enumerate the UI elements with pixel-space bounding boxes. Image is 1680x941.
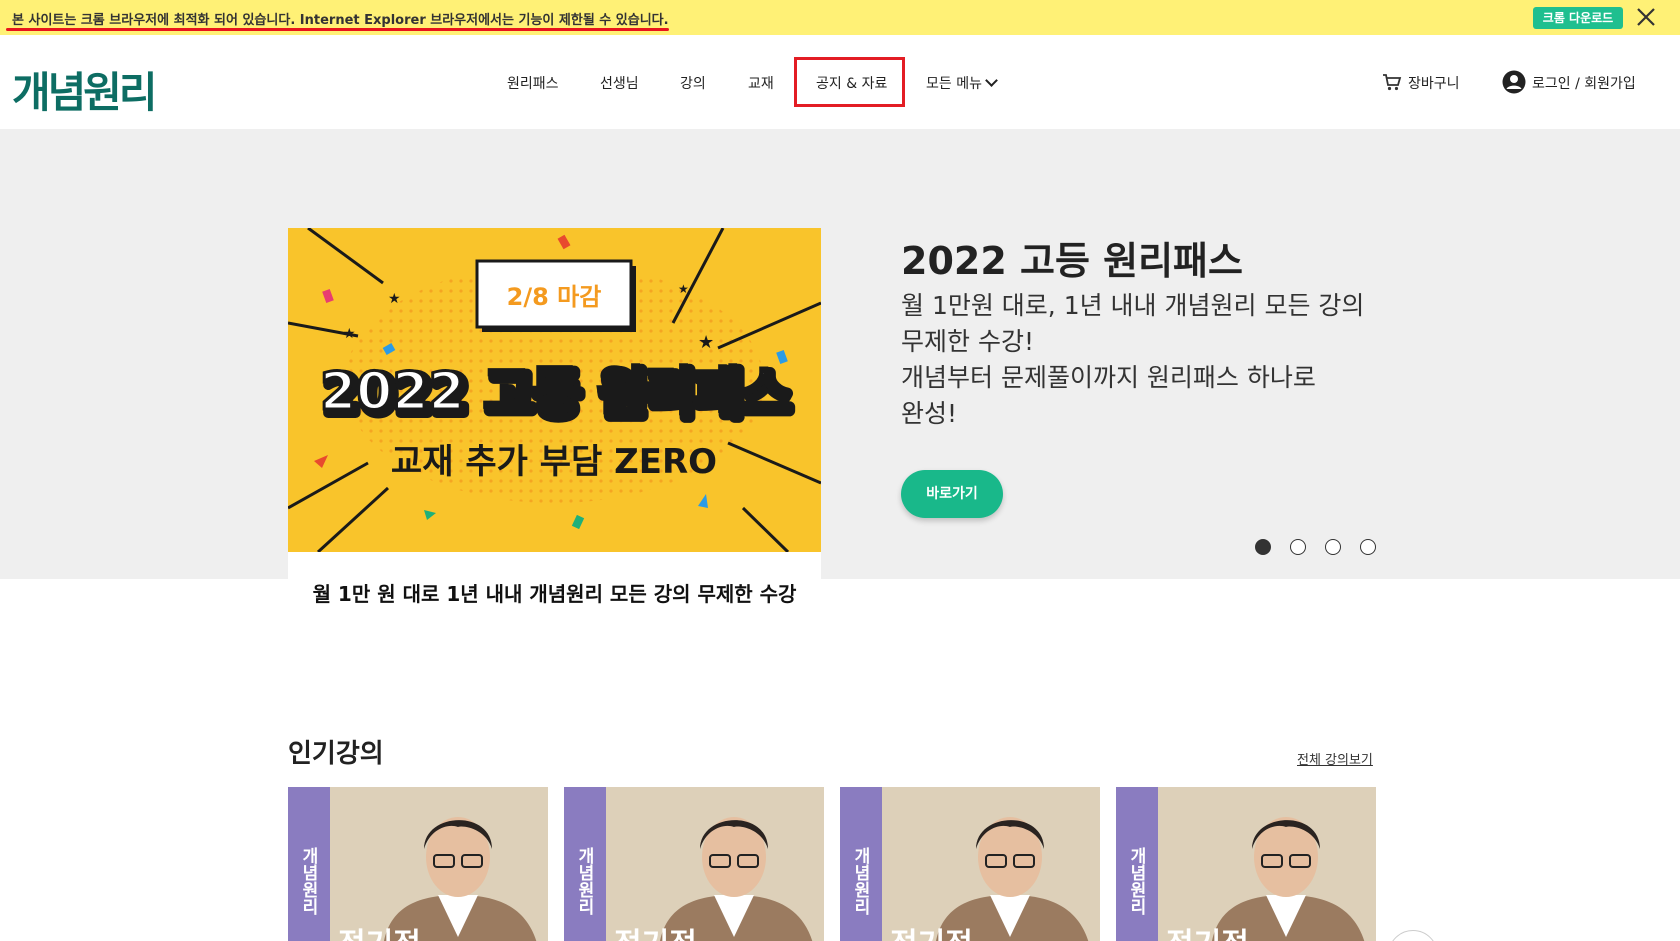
lecture-card[interactable]: 개념원리 정기적 — [840, 787, 1100, 941]
chrome-download-button[interactable]: 크롬 다운로드 — [1533, 7, 1623, 29]
cart-link[interactable]: 장바구니 — [1408, 73, 1460, 93]
card-category-label: 개념원리 — [574, 847, 594, 915]
hero-section — [0, 129, 1680, 579]
cart-icon[interactable] — [1382, 72, 1402, 92]
svg-text:★: ★ — [678, 282, 689, 296]
nav-item-lectures[interactable]: 강의 — [680, 73, 706, 93]
nav-item-notice-materials[interactable]: 공지 & 자료 — [816, 73, 887, 93]
lecture-card[interactable]: 개념원리 정기적 — [1116, 787, 1376, 941]
card-teacher-name: 정기적 — [1166, 919, 1249, 941]
nav-item-wonripass[interactable]: 원리패스 — [507, 73, 559, 93]
notice-underline — [6, 28, 669, 31]
browser-notice-text: 본 사이트는 크롬 브라우저에 최적화 되어 있습니다. Internet Ex… — [12, 13, 669, 28]
site-header: 개념원리 원리패스 선생님 강의 교재 공지 & 자료 모든 메뉴 장바구니 로… — [0, 35, 1680, 129]
card-category-label: 개념원리 — [850, 847, 870, 915]
hero-banner[interactable]: ★ ★ ★ ★ 2/8 마감 2022 고등 원리패스 2022 고등 원리패스… — [288, 228, 821, 552]
lecture-card[interactable]: 개념원리 정기적 — [288, 787, 548, 941]
user-icon[interactable] — [1502, 70, 1526, 94]
svg-text:★: ★ — [698, 332, 714, 353]
nav-item-teachers[interactable]: 선생님 — [600, 73, 639, 93]
hero-title: 2022 고등 원리패스 — [901, 239, 1243, 283]
card-category-label: 개념원리 — [298, 847, 318, 915]
popular-lectures-title: 인기강의 — [288, 739, 384, 769]
login-signup-link[interactable]: 로그인 / 회원가입 — [1532, 73, 1636, 93]
svg-text:★: ★ — [343, 326, 356, 342]
slide-indicator-2[interactable] — [1290, 539, 1306, 555]
lecture-card[interactable]: 개념원리 정기적 — [564, 787, 824, 941]
hero-description: 월 1만원 대로, 1년 내내 개념원리 모든 강의 무제한 수강! 개념부터 … — [901, 291, 1365, 428]
site-logo[interactable]: 개념원리 — [12, 59, 158, 120]
card-teacher-name: 정기적 — [338, 919, 421, 941]
page: 본 사이트는 크롬 브라우저에 최적화 되어 있습니다. Internet Ex… — [0, 0, 1680, 941]
banner-caption[interactable]: 월 1만 원 대로 1년 내내 개념원리 모든 강의 무제한 수강 — [288, 578, 821, 607]
close-icon[interactable] — [1634, 5, 1658, 29]
browser-notice-bar: 본 사이트는 크롬 브라우저에 최적화 되어 있습니다. Internet Ex… — [0, 0, 1680, 35]
banner-subheadline: 교재 추가 부담 ZERO — [391, 442, 717, 482]
banner-headline: 2022 고등 원리패스 — [320, 362, 788, 422]
banner-art: ★ ★ ★ ★ 2/8 마감 2022 고등 원리패스 2022 고등 원리패스… — [288, 228, 821, 552]
slide-indicator-3[interactable] — [1325, 539, 1341, 555]
nav-item-all-menu[interactable]: 모든 메뉴 — [926, 73, 998, 93]
view-all-lectures-link[interactable]: 전체 강의보기 — [1297, 749, 1373, 768]
svg-text:★: ★ — [388, 291, 401, 307]
nav-item-textbooks[interactable]: 교재 — [748, 73, 774, 93]
carousel-next-button[interactable] — [1388, 930, 1438, 941]
slide-indicator-1[interactable] — [1255, 539, 1271, 555]
card-teacher-name: 정기적 — [614, 919, 697, 941]
card-category-label: 개념원리 — [1126, 847, 1146, 915]
go-button[interactable]: 바로가기 — [901, 470, 1003, 518]
banner-deadline: 2/8 마감 — [507, 283, 602, 311]
slide-indicator-4[interactable] — [1360, 539, 1376, 555]
all-menu-label: 모든 메뉴 — [926, 76, 982, 92]
card-teacher-name: 정기적 — [890, 919, 973, 941]
chevron-down-icon — [985, 74, 998, 87]
